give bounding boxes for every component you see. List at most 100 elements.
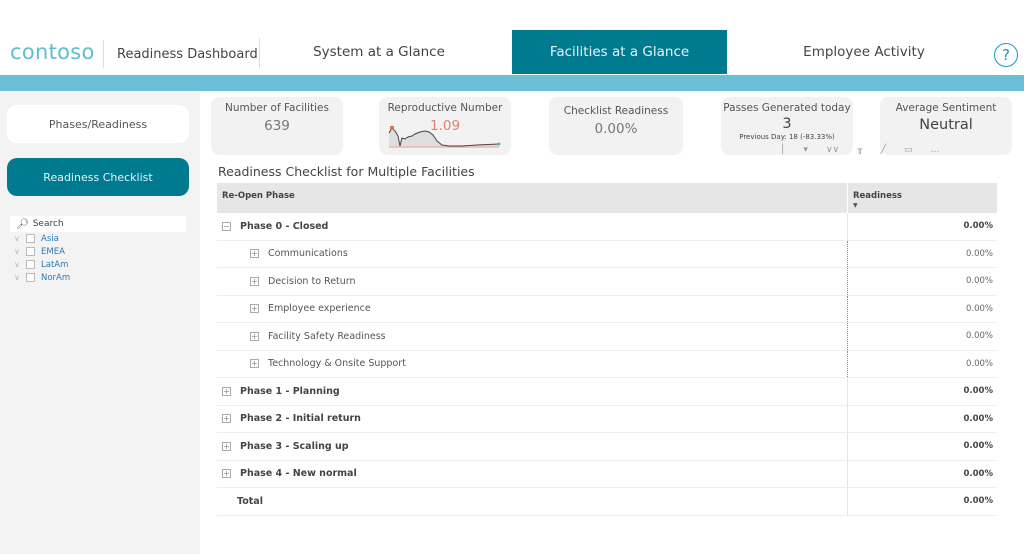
chevron-down-icon[interactable]: ∨	[14, 234, 26, 243]
checkbox[interactable]	[26, 234, 35, 243]
matrix-phase-row[interactable]: − Phase 0 - Closed 0.00%	[217, 213, 997, 241]
drill-up-icon[interactable]: │	[780, 145, 785, 159]
slicer-item-asia[interactable]: ∨ Asia	[10, 232, 186, 245]
matrix-phase-row[interactable]: + Phase 2 - Initial return 0.00%	[217, 405, 997, 433]
expand-hierarchy-icon[interactable]: ╥	[857, 145, 862, 159]
readiness-value: 0.00%	[847, 268, 997, 295]
matrix-total-row[interactable]: Total 0.00%	[217, 488, 997, 516]
expand-icon[interactable]: +	[250, 304, 259, 314]
matrix-child-row[interactable]: + Employee experience 0.00%	[217, 295, 997, 323]
slicer-item-latam[interactable]: ∨ LatAm	[10, 258, 186, 271]
row-label-cell: + Employee experience	[217, 296, 847, 323]
sidebar: Phases/Readiness Readiness Checklist 🔍︎ …	[0, 91, 200, 554]
sparkline-area	[389, 128, 499, 147]
more-options-icon[interactable]: …	[931, 145, 940, 159]
visual-toolbar: │ ▾ ∨∨ ╥ ╱ ▭ …	[780, 145, 940, 159]
checkbox[interactable]	[26, 260, 35, 269]
row-label: Facility Safety Readiness	[268, 330, 386, 342]
checkbox[interactable]	[26, 247, 35, 256]
expand-icon[interactable]: +	[222, 441, 231, 451]
row-label-cell: + Phase 2 - Initial return	[217, 406, 847, 433]
region-slicer: 🔍︎ Search ∨ Asia ∨ EMEA ∨ LatAm ∨ NorAm	[10, 216, 186, 284]
expand-next-level-icon[interactable]: ∨∨	[826, 145, 839, 159]
kpi-checklist-readiness[interactable]: Checklist Readiness 0.00%	[549, 97, 683, 155]
matrix-child-row[interactable]: + Facility Safety Readiness 0.00%	[217, 323, 997, 351]
expand-icon[interactable]: +	[222, 386, 231, 396]
chevron-down-icon[interactable]: ∨	[14, 247, 26, 256]
help-icon[interactable]: ?	[994, 43, 1018, 67]
row-label-cell: + Phase 3 - Scaling up	[217, 433, 847, 460]
collapse-icon[interactable]: −	[222, 221, 231, 231]
drill-down-icon[interactable]: ▾	[803, 145, 808, 159]
matrix-child-row[interactable]: + Decision to Return 0.00%	[217, 268, 997, 296]
matrix-phase-row[interactable]: + Phase 3 - Scaling up 0.00%	[217, 433, 997, 461]
readiness-checklist-button[interactable]: Readiness Checklist	[7, 158, 189, 196]
slicer-item-emea[interactable]: ∨ EMEA	[10, 245, 186, 258]
readiness-value: 0.00%	[847, 433, 997, 460]
search-icon: 🔍︎	[16, 218, 29, 230]
row-label: Employee experience	[268, 303, 371, 315]
matrix-phase-row[interactable]: + Phase 4 - New normal 0.00%	[217, 460, 997, 488]
header-band	[0, 75, 1024, 91]
expand-icon[interactable]: +	[250, 359, 259, 369]
row-label: Technology & Onsite Support	[268, 358, 406, 370]
kpi-reproductive-number[interactable]: Reproductive Number 1.09	[379, 97, 511, 155]
readiness-value: 0.00%	[847, 378, 997, 405]
kpi-value: 3	[782, 116, 792, 132]
row-label: Phase 1 - Planning	[240, 385, 340, 397]
readiness-matrix: Re-Open Phase Readiness ▼ − Phase 0 - Clo…	[217, 183, 997, 516]
search-placeholder: Search	[32, 219, 64, 229]
header-divider	[259, 38, 260, 68]
expand-icon[interactable]: +	[250, 331, 259, 341]
kpi-title: Number of Facilities	[225, 102, 329, 114]
kpi-title: Reproductive Number	[387, 102, 503, 114]
row-label: Phase 3 - Scaling up	[240, 440, 349, 452]
expand-icon[interactable]: +	[222, 414, 231, 424]
slicer-item-label: NorAm	[41, 272, 71, 283]
app-title: Readiness Dashboard	[117, 47, 258, 62]
chevron-down-icon[interactable]: ∨	[14, 273, 26, 282]
readiness-value: 0.00%	[847, 323, 997, 350]
kpi-number-of-facilities[interactable]: Number of Facilities 639	[211, 97, 343, 155]
focus-mode-icon[interactable]: ▭	[904, 145, 913, 159]
expand-icon[interactable]: +	[250, 276, 259, 286]
row-label-cell: Total	[217, 488, 847, 515]
matrix-child-row[interactable]: + Communications 0.00%	[217, 240, 997, 268]
expand-icon[interactable]: +	[250, 249, 259, 259]
checkbox[interactable]	[26, 273, 35, 282]
filter-icon[interactable]: ╱	[881, 145, 886, 159]
row-label-cell: + Decision to Return	[217, 268, 847, 295]
kpi-value: 0.00%	[594, 121, 638, 137]
matrix-child-row[interactable]: + Technology & Onsite Support 0.00%	[217, 350, 997, 378]
sort-descending-icon: ▼	[853, 202, 858, 209]
kpi-title: Passes Generated today	[723, 102, 851, 114]
slicer-item-noram[interactable]: ∨ NorAm	[10, 271, 186, 284]
row-label: Total	[237, 495, 263, 507]
readiness-value: 0.00%	[847, 488, 997, 515]
column-header-phase[interactable]: Re-Open Phase	[217, 183, 847, 213]
readiness-value: 0.00%	[847, 460, 997, 487]
row-label: Communications	[268, 248, 348, 260]
row-label: Phase 4 - New normal	[240, 468, 357, 480]
tab-facilities-at-a-glance[interactable]: Facilities at a Glance	[512, 30, 727, 74]
slicer-search-input[interactable]: 🔍︎ Search	[10, 216, 186, 232]
row-label-cell: + Phase 1 - Planning	[217, 378, 847, 405]
chevron-down-icon[interactable]: ∨	[14, 260, 26, 269]
matrix-header-row: Re-Open Phase Readiness ▼	[217, 183, 997, 213]
kpi-value: Neutral	[919, 117, 973, 133]
header-divider	[103, 40, 104, 68]
matrix-phase-row[interactable]: + Phase 1 - Planning 0.00%	[217, 378, 997, 406]
kpi-title: Checklist Readiness	[563, 105, 669, 117]
phases-readiness-button[interactable]: Phases/Readiness	[7, 105, 189, 143]
kpi-subtitle: Previous Day: 18 (-83.33%)	[739, 133, 835, 141]
row-label-cell: + Phase 4 - New normal	[217, 461, 847, 488]
tab-employee-activity[interactable]: Employee Activity	[750, 30, 978, 74]
slicer-item-label: EMEA	[41, 246, 65, 257]
tab-system-at-a-glance[interactable]: System at a Glance	[265, 30, 493, 74]
row-label-cell: − Phase 0 - Closed	[217, 213, 847, 240]
expand-icon[interactable]: +	[222, 469, 231, 479]
slicer-item-label: LatAm	[41, 259, 69, 270]
column-header-readiness[interactable]: Readiness ▼	[847, 183, 997, 213]
readiness-value: 0.00%	[847, 240, 997, 267]
readiness-value: 0.00%	[847, 213, 997, 240]
